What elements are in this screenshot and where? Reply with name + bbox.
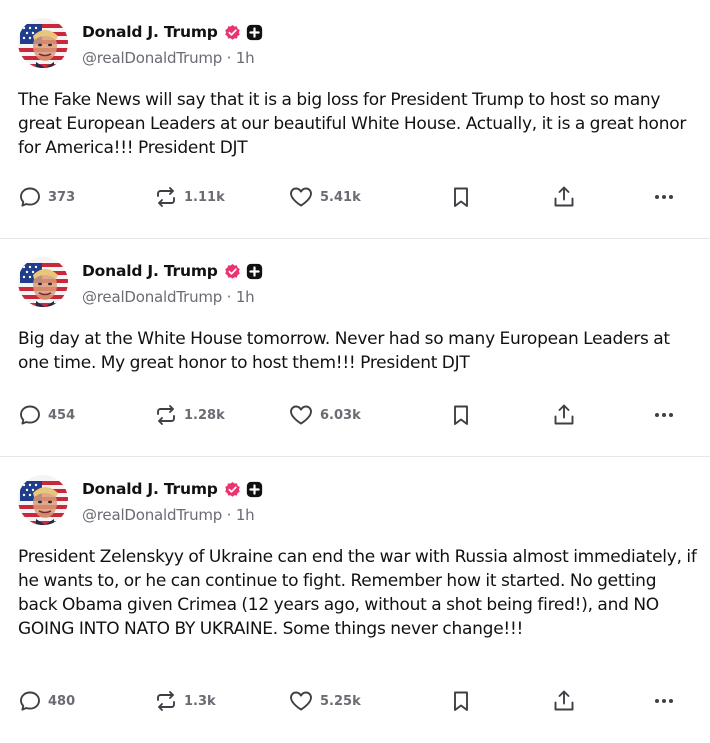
reply-button[interactable]: 373 xyxy=(18,185,75,209)
heart-icon xyxy=(290,405,312,425)
retruth-count: 1.3k xyxy=(184,693,216,709)
verified-badge-icon xyxy=(224,481,240,497)
like-button[interactable]: 6.03k xyxy=(288,403,361,427)
plus-badge-icon xyxy=(246,263,262,279)
like-button[interactable]: 5.41k xyxy=(288,185,361,209)
name-line: Donald J. Trump xyxy=(82,21,263,43)
like-count: 5.41k xyxy=(320,189,361,205)
avatar-image xyxy=(18,257,68,307)
verified-badge-icon xyxy=(224,24,240,40)
display-name[interactable]: Donald J. Trump xyxy=(82,262,218,280)
name-line: Donald J. Trump xyxy=(82,478,263,500)
plus-badge-icon xyxy=(246,24,262,40)
retruth-count: 1.28k xyxy=(184,407,225,423)
ellipsis-icon xyxy=(655,195,673,199)
retruth-button[interactable]: 1.11k xyxy=(154,185,225,209)
reply-icon xyxy=(20,691,40,711)
reply-count: 373 xyxy=(48,189,76,205)
reply-count: 480 xyxy=(48,693,76,709)
share-icon xyxy=(554,690,574,711)
reply-icon xyxy=(20,187,40,207)
reply-icon xyxy=(20,405,40,425)
avatar[interactable] xyxy=(18,18,68,68)
ellipsis-icon xyxy=(655,413,673,417)
handle[interactable]: @realDonaldTrump xyxy=(82,506,222,524)
share-icon xyxy=(554,404,574,425)
avatar-image xyxy=(18,18,68,68)
display-name[interactable]: Donald J. Trump xyxy=(82,23,218,41)
post-text: President Zelenskyy of Ukraine can end t… xyxy=(18,547,697,639)
handle-line: @realDonaldTrump · 1h xyxy=(82,506,263,524)
post-header: Donald J. Trump @realDonaldTrump · 1h xyxy=(18,239,692,307)
retruth-button[interactable]: 1.3k xyxy=(154,689,216,713)
verified-badge-icon xyxy=(224,263,240,279)
post-header: Donald J. Trump @realDonaldTrump · 1h xyxy=(18,0,692,68)
handle-line: @realDonaldTrump · 1h xyxy=(82,288,263,306)
author-block: Donald J. Trump @realDonaldTrump · 1h xyxy=(82,18,263,67)
avatar[interactable] xyxy=(18,257,68,307)
bookmark-button[interactable] xyxy=(450,403,472,427)
repost-icon xyxy=(157,691,175,711)
ellipsis-icon xyxy=(655,699,673,703)
bookmark-icon xyxy=(454,187,468,207)
more-button[interactable] xyxy=(652,689,676,713)
timestamp[interactable]: 1h xyxy=(236,506,255,524)
avatar-image xyxy=(18,475,68,525)
handle[interactable]: @realDonaldTrump xyxy=(82,49,222,67)
feed: Donald J. Trump @realDonaldTrump · 1h Th… xyxy=(0,0,710,743)
handle[interactable]: @realDonaldTrump xyxy=(82,288,222,306)
share-icon xyxy=(554,186,574,207)
action-bar: 373 1.11k 5.41k xyxy=(0,182,710,212)
repost-icon xyxy=(157,187,175,207)
like-button[interactable]: 5.25k xyxy=(288,689,361,713)
post-3[interactable]: Donald J. Trump @realDonaldTrump · 1h Pr… xyxy=(0,457,710,743)
separator: · xyxy=(222,288,236,306)
repost-icon xyxy=(157,405,175,425)
more-button[interactable] xyxy=(652,185,676,209)
author-block: Donald J. Trump @realDonaldTrump · 1h xyxy=(82,475,263,524)
separator: · xyxy=(222,506,236,524)
share-button[interactable] xyxy=(551,184,577,210)
more-button[interactable] xyxy=(652,403,676,427)
heart-icon xyxy=(290,187,312,207)
name-line: Donald J. Trump xyxy=(82,260,263,282)
timestamp[interactable]: 1h xyxy=(236,288,255,306)
retruth-button[interactable]: 1.28k xyxy=(154,403,225,427)
bookmark-icon xyxy=(454,405,468,425)
bookmark-button[interactable] xyxy=(450,689,472,713)
post-text: The Fake News will say that it is a big … xyxy=(18,90,687,158)
separator: · xyxy=(222,49,236,67)
post-header: Donald J. Trump @realDonaldTrump · 1h xyxy=(18,457,692,525)
share-button[interactable] xyxy=(551,688,577,714)
bookmark-icon xyxy=(454,691,468,711)
post-2[interactable]: Donald J. Trump @realDonaldTrump · 1h Bi… xyxy=(0,239,710,457)
bookmark-button[interactable] xyxy=(450,185,472,209)
author-block: Donald J. Trump @realDonaldTrump · 1h xyxy=(82,257,263,306)
reply-count: 454 xyxy=(48,407,76,423)
retruth-count: 1.11k xyxy=(184,189,225,205)
post-text: Big day at the White House tomorrow. Nev… xyxy=(18,329,670,373)
like-count: 5.25k xyxy=(320,693,361,709)
share-button[interactable] xyxy=(551,402,577,428)
post-1[interactable]: Donald J. Trump @realDonaldTrump · 1h Th… xyxy=(0,0,710,239)
timestamp[interactable]: 1h xyxy=(236,49,255,67)
avatar[interactable] xyxy=(18,475,68,525)
handle-line: @realDonaldTrump · 1h xyxy=(82,49,263,67)
reply-button[interactable]: 454 xyxy=(18,403,75,427)
action-bar: 454 1.28k 6.03k xyxy=(0,400,710,430)
action-bar: 480 1.3k 5.25k xyxy=(0,686,710,716)
like-count: 6.03k xyxy=(320,407,361,423)
plus-badge-icon xyxy=(246,481,262,497)
heart-icon xyxy=(290,691,312,711)
display-name[interactable]: Donald J. Trump xyxy=(82,480,218,498)
reply-button[interactable]: 480 xyxy=(18,689,75,713)
